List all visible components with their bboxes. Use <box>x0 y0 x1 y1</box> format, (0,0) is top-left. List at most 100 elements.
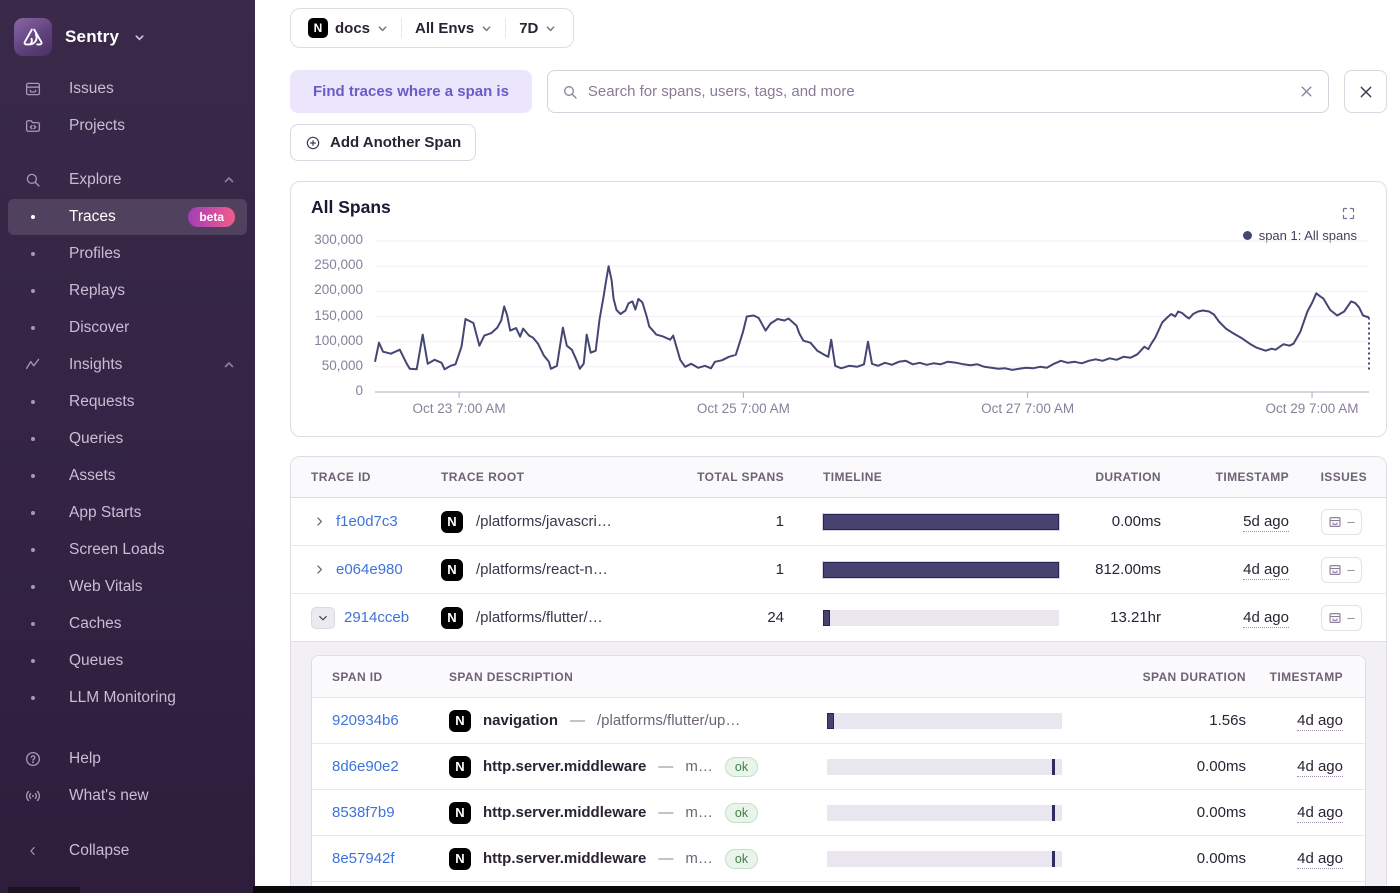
expand-chevron-right-icon[interactable] <box>311 515 327 528</box>
sidebar-section-explore[interactable]: Explore <box>8 162 247 198</box>
span-timestamp-value[interactable]: 4d ago <box>1297 850 1343 869</box>
nextjs-project-icon: N <box>449 710 471 732</box>
sidebar-item-label: What's new <box>69 787 149 805</box>
column-header-trace-root: TRACE ROOT <box>441 470 681 484</box>
issues-cell-button[interactable]: – <box>1321 557 1362 583</box>
find-traces-chip[interactable]: Find traces where a span is <box>290 70 532 113</box>
clear-search-icon[interactable] <box>1299 84 1314 99</box>
sidebar-item-requests[interactable]: Requests <box>8 384 247 420</box>
column-header-span-timestamp: TIMESTAMP <box>1252 670 1365 684</box>
sidebar-section-label: Explore <box>69 171 122 189</box>
span-timeline-segment <box>827 713 834 729</box>
timeline-bar <box>823 514 1059 530</box>
span-timeline-track <box>827 713 1062 729</box>
add-another-span-button[interactable]: Add Another Span <box>290 124 476 161</box>
sidebar-item-label: LLM Monitoring <box>69 689 176 707</box>
expand-chevron-right-icon[interactable] <box>311 563 327 576</box>
x-axis-label: Oct 27 7:00 AM <box>981 401 1074 416</box>
main-content: N docs All Envs 7D Find <box>255 0 1400 893</box>
search-icon <box>562 84 578 100</box>
search-icon <box>20 171 45 189</box>
remove-span-filter-button[interactable] <box>1344 70 1387 113</box>
sidebar-item-label: Web Vitals <box>69 578 143 596</box>
sidebar-item-replays[interactable]: Replays <box>8 273 247 309</box>
sidebar-item-label: Collapse <box>69 842 129 860</box>
sidebar-item-projects[interactable]: Projects <box>8 108 247 144</box>
sidebar-item-llm-monitoring[interactable]: LLM Monitoring <box>8 680 247 716</box>
y-axis-label: 200,000 <box>291 282 363 297</box>
project-filter[interactable]: N docs <box>295 18 401 38</box>
timestamp-value[interactable]: 4d ago <box>1243 561 1289 580</box>
sidebar-item-assets[interactable]: Assets <box>8 458 247 494</box>
org-switcher[interactable]: Sentry <box>0 0 255 62</box>
chevron-down-icon <box>545 23 556 34</box>
timestamp-value[interactable]: 4d ago <box>1243 609 1289 628</box>
table-row: f1e0d7c3 N /platforms/javascri… 1 0.00ms… <box>291 498 1386 546</box>
sidebar-item-whats-new[interactable]: What's new <box>8 778 247 814</box>
sidebar-item-label: Requests <box>69 393 134 411</box>
span-op-name: http.server.middleware <box>483 804 646 821</box>
span-id-link[interactable]: 920934b6 <box>332 712 399 729</box>
sidebar-item-queues[interactable]: Queues <box>8 643 247 679</box>
collapse-chevron-down-button[interactable] <box>311 607 335 629</box>
sidebar-collapse-button[interactable]: Collapse <box>8 833 247 869</box>
bullet-icon <box>20 215 45 219</box>
span-id-link[interactable]: 8538f7b9 <box>332 804 395 821</box>
table-row-expanded: 2914cceb N /platforms/flutter/… 24 13.21… <box>291 594 1386 642</box>
add-another-span-label: Add Another Span <box>330 134 461 151</box>
status-badge: ok <box>725 757 758 777</box>
nextjs-project-icon: N <box>441 511 463 533</box>
span-timeline-track <box>827 759 1062 775</box>
span-row: 8d6e90e2 N http.server.middleware — m… o… <box>312 744 1365 790</box>
issues-count: – <box>1347 514 1354 529</box>
nextjs-project-icon: N <box>308 18 328 38</box>
sidebar-item-app-starts[interactable]: App Starts <box>8 495 247 531</box>
span-row: 920934b6 N navigation — /platforms/flutt… <box>312 698 1365 744</box>
span-timestamp-value[interactable]: 4d ago <box>1297 804 1343 823</box>
chevron-down-icon <box>134 32 145 43</box>
span-timeline-track <box>827 851 1062 867</box>
sidebar-item-help[interactable]: Help <box>8 741 247 777</box>
span-timeline-segment <box>1052 805 1055 821</box>
span-duration-value: 0.00ms <box>1067 758 1252 775</box>
sidebar-item-label: Queries <box>69 430 123 448</box>
sidebar-item-queries[interactable]: Queries <box>8 421 247 457</box>
trace-id-link[interactable]: 2914cceb <box>344 609 409 626</box>
span-description-text: m… <box>685 850 713 867</box>
broadcast-icon <box>20 787 45 805</box>
bullet-icon <box>20 252 45 256</box>
issues-cell-button[interactable]: – <box>1321 509 1362 535</box>
sidebar-item-caches[interactable]: Caches <box>8 606 247 642</box>
trace-id-link[interactable]: f1e0d7c3 <box>336 513 398 530</box>
issues-cell-button[interactable]: – <box>1321 605 1362 631</box>
span-duration-value: 0.00ms <box>1067 850 1252 867</box>
sidebar-item-traces[interactable]: Traces beta <box>8 199 247 235</box>
chevron-down-icon <box>481 23 492 34</box>
environment-filter[interactable]: All Envs <box>402 20 505 37</box>
total-spans-value: 24 <box>681 609 786 626</box>
span-timestamp-value[interactable]: 4d ago <box>1297 758 1343 777</box>
sidebar-nav: Issues Projects Explore Trac <box>0 71 255 893</box>
trace-id-link[interactable]: e064e980 <box>336 561 403 578</box>
column-header-span-description: SPAN DESCRIPTION <box>427 670 817 684</box>
sidebar-item-discover[interactable]: Discover <box>8 310 247 346</box>
span-search-input[interactable] <box>588 83 1289 100</box>
timestamp-value[interactable]: 5d ago <box>1243 513 1289 532</box>
sidebar-item-profiles[interactable]: Profiles <box>8 236 247 272</box>
date-range-filter[interactable]: 7D <box>506 20 569 37</box>
sidebar-item-screen-loads[interactable]: Screen Loads <box>8 532 247 568</box>
span-timestamp-value[interactable]: 4d ago <box>1297 712 1343 731</box>
chevron-down-icon <box>377 23 388 34</box>
span-id-link[interactable]: 8e57942f <box>332 850 395 867</box>
sidebar-item-web-vitals[interactable]: Web Vitals <box>8 569 247 605</box>
span-id-link[interactable]: 8d6e90e2 <box>332 758 399 775</box>
duration-value: 812.00ms <box>1071 561 1171 578</box>
separator: — <box>570 712 585 729</box>
sidebar-section-insights[interactable]: Insights <box>8 347 247 383</box>
issues-icon <box>20 80 45 98</box>
window-bottom-edge <box>253 886 1400 893</box>
sidebar-item-issues[interactable]: Issues <box>8 71 247 107</box>
bullet-icon <box>20 289 45 293</box>
span-op-name: http.server.middleware <box>483 850 646 867</box>
separator: — <box>658 804 673 821</box>
